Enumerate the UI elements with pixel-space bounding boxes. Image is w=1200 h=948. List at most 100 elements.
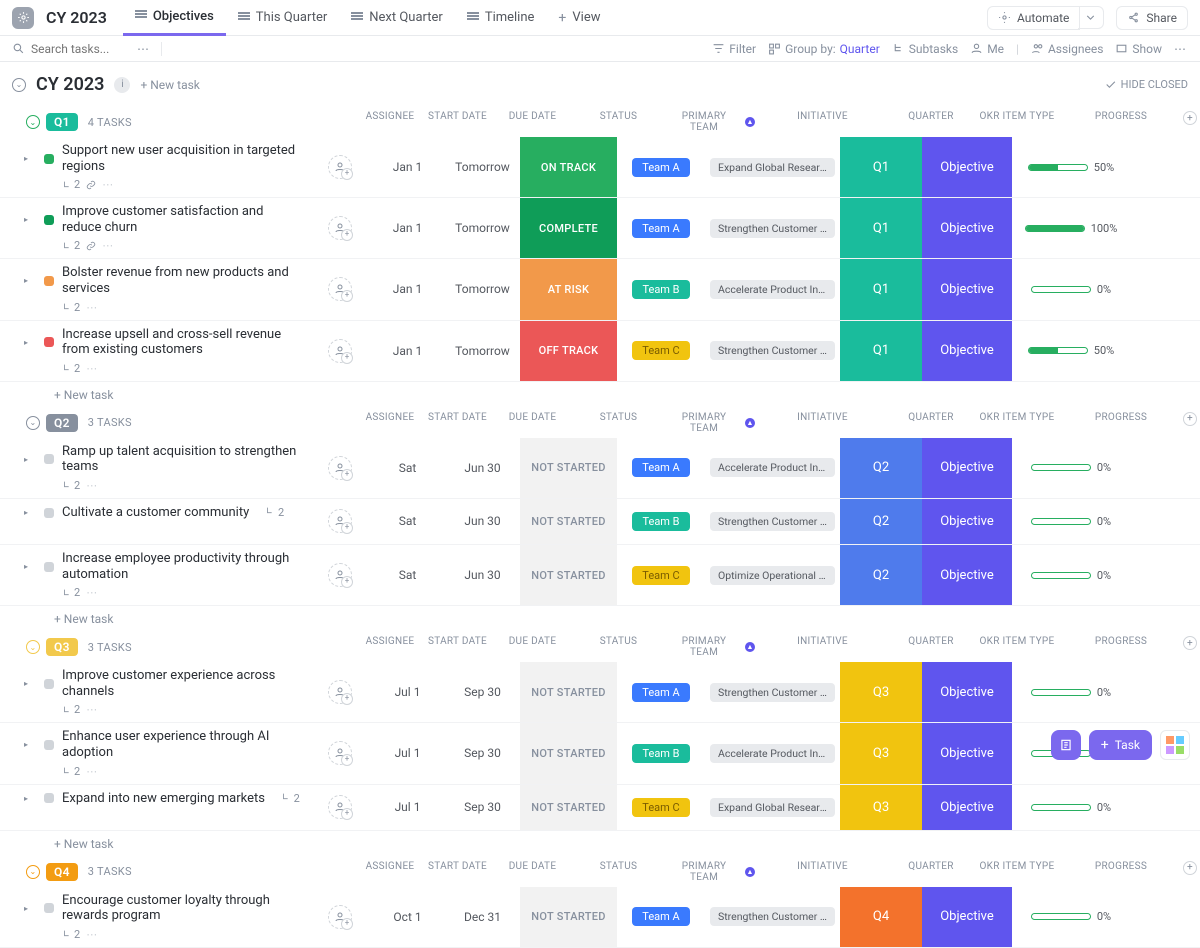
status-square[interactable] (44, 562, 54, 572)
task-title[interactable]: Improve customer satisfaction and reduce… (62, 204, 304, 235)
quarter-chip[interactable]: Q4 (46, 863, 78, 881)
row-more[interactable]: ⋯ (86, 301, 97, 314)
col-due[interactable]: DUE DATE (495, 636, 570, 658)
fab-note[interactable] (1051, 730, 1081, 760)
me-button[interactable]: Me (970, 42, 1004, 56)
progress-cell[interactable]: 0% (1012, 259, 1130, 319)
quarter-cell[interactable]: Q3 (840, 662, 922, 722)
status-square[interactable] (44, 793, 54, 803)
status-square[interactable] (44, 903, 54, 913)
status-square[interactable] (44, 454, 54, 464)
assignee-add[interactable] (328, 216, 352, 240)
progress-cell[interactable]: 0% (1012, 662, 1130, 722)
okr-cell[interactable]: Objective (922, 438, 1012, 498)
info-icon[interactable]: i (114, 77, 130, 93)
quarter-cell[interactable]: Q1 (840, 259, 922, 319)
okr-cell[interactable]: Objective (922, 321, 1012, 381)
expand-row[interactable]: ▸ (24, 679, 28, 688)
start-date[interactable]: Sat (370, 545, 445, 605)
expand-row[interactable]: ▸ (24, 338, 28, 347)
subtask-count[interactable]: 2 (62, 239, 80, 252)
row-more[interactable]: ⋯ (86, 479, 97, 492)
quarter-cell[interactable]: Q3 (840, 723, 922, 783)
col-due[interactable]: DUE DATE (495, 412, 570, 434)
col-progress[interactable]: PROGRESS (1062, 636, 1180, 658)
col-okr[interactable]: OKR ITEM TYPE (972, 111, 1062, 133)
initiative-pill[interactable]: Strengthen Customer Retenti... (710, 219, 835, 238)
subtasks-button[interactable]: Subtasks (892, 42, 958, 56)
col-quarter[interactable]: QUARTER (890, 412, 972, 434)
okr-cell[interactable]: Objective (922, 723, 1012, 783)
quarter-cell[interactable]: Q2 (840, 438, 922, 498)
row-more[interactable]: ⋯ (86, 362, 97, 375)
collapse-all[interactable]: ⌄ (12, 78, 26, 92)
row-more[interactable]: ⋯ (86, 703, 97, 716)
col-quarter[interactable]: QUARTER (890, 636, 972, 658)
col-assignee[interactable]: ASSIGNEE (360, 412, 420, 434)
team-pill[interactable]: Team A (632, 219, 689, 238)
initiative-pill[interactable]: Accelerate Product Innovation (710, 280, 835, 299)
initiative-pill[interactable]: Strengthen Customer Retenti... (710, 683, 835, 702)
due-date[interactable]: Sep 30 (445, 662, 520, 722)
row-more[interactable]: ⋯ (102, 178, 113, 191)
due-date[interactable]: Jun 30 (445, 499, 520, 544)
status-cell[interactable]: NOT STARTED (520, 662, 617, 722)
assignee-add[interactable] (328, 509, 352, 533)
status-cell[interactable]: AT RISK (520, 259, 617, 319)
due-date[interactable]: Jun 30 (445, 545, 520, 605)
assignee-add[interactable] (328, 456, 352, 480)
task-title[interactable]: Cultivate a customer community (62, 505, 249, 521)
status-cell[interactable]: ON TRACK (520, 137, 617, 197)
col-due[interactable]: DUE DATE (495, 861, 570, 883)
start-date[interactable]: Jul 1 (370, 785, 445, 830)
col-assignee[interactable]: ASSIGNEE (360, 111, 420, 133)
okr-cell[interactable]: Objective (922, 785, 1012, 830)
due-date[interactable]: Tomorrow (445, 259, 520, 319)
col-start[interactable]: START DATE (420, 861, 495, 883)
add-task-row[interactable]: + New task (0, 606, 1200, 632)
task-title[interactable]: Encourage customer loyalty through rewar… (62, 893, 304, 924)
col-due[interactable]: DUE DATE (495, 111, 570, 133)
col-team[interactable]: PRIMARY TEAM▲ (667, 111, 755, 133)
task-title[interactable]: Increase upsell and cross-sell revenue f… (62, 327, 304, 358)
start-date[interactable]: Jan 1 (370, 259, 445, 319)
expand-row[interactable]: ▸ (24, 215, 28, 224)
link-icon[interactable] (86, 241, 96, 251)
col-team[interactable]: PRIMARY TEAM▲ (667, 412, 755, 434)
expand-row[interactable]: ▸ (24, 562, 28, 571)
collapse-group[interactable]: ⌄ (26, 640, 40, 654)
subtask-count[interactable]: 2 (62, 301, 80, 314)
assignee-add[interactable] (328, 680, 352, 704)
add-task-row[interactable]: + New task (0, 382, 1200, 408)
task-title[interactable]: Ramp up talent acquisition to strengthen… (62, 444, 304, 475)
col-init[interactable]: INITIATIVE (755, 861, 890, 883)
status-square[interactable] (44, 508, 54, 518)
quarter-cell[interactable]: Q1 (840, 321, 922, 381)
assignees-button[interactable]: Assignees (1031, 42, 1103, 56)
share-button[interactable]: Share (1116, 6, 1188, 30)
subtask-count[interactable]: 2 (62, 703, 80, 716)
okr-cell[interactable]: Objective (922, 198, 1012, 258)
status-square[interactable] (44, 740, 54, 750)
expand-row[interactable]: ▸ (24, 154, 28, 163)
quarter-cell[interactable]: Q1 (840, 137, 922, 197)
view-tab-timeline[interactable]: Timeline (455, 0, 547, 36)
row-more[interactable]: ⋯ (86, 928, 97, 941)
new-task-header[interactable]: + New task (140, 78, 199, 92)
expand-row[interactable]: ▸ (24, 455, 28, 464)
expand-row[interactable]: ▸ (24, 508, 28, 517)
subtask-count[interactable]: 2 (62, 586, 80, 599)
subtask-count[interactable]: 2 (62, 765, 80, 778)
team-pill[interactable]: Team A (632, 907, 689, 926)
progress-cell[interactable]: 50% (1012, 321, 1130, 381)
add-column[interactable]: + (1183, 861, 1197, 875)
status-cell[interactable]: NOT STARTED (520, 499, 617, 544)
initiative-pill[interactable]: Strengthen Customer Retenti... (710, 341, 835, 360)
team-pill[interactable]: Team B (632, 512, 689, 531)
status-square[interactable] (44, 276, 54, 286)
row-more[interactable]: ⋯ (86, 586, 97, 599)
automate-button[interactable]: Automate (987, 6, 1080, 30)
app-icon[interactable] (12, 7, 34, 29)
view-tab-next-quarter[interactable]: Next Quarter (339, 0, 455, 36)
expand-row[interactable]: ▸ (24, 740, 28, 749)
